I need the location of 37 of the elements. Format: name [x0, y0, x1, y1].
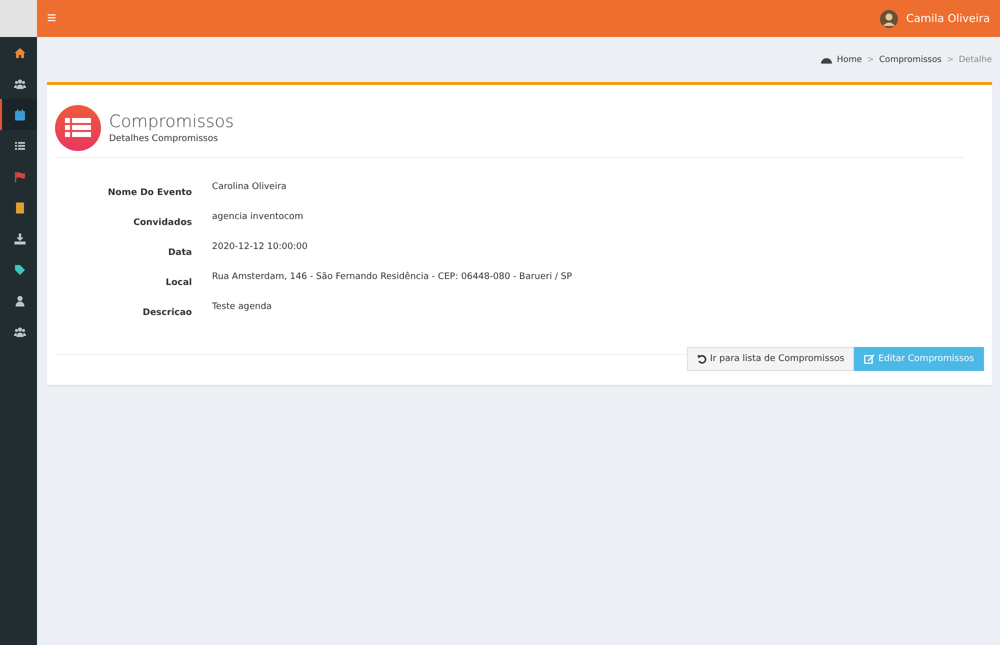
download-icon — [14, 232, 26, 244]
breadcrumb-link[interactable]: Detalhe — [958, 54, 992, 64]
flag-icon — [14, 170, 26, 182]
breadcrumb-link[interactable]: Home — [836, 54, 862, 64]
edit-button[interactable]: Editar Compromissos — [854, 347, 984, 371]
logo-area — [0, 0, 37, 37]
field-value: Teste agenda — [212, 302, 272, 314]
book-icon — [14, 202, 26, 214]
user-icon — [14, 294, 26, 306]
avatar[interactable] — [880, 10, 898, 28]
card-subtitle: Detalhes Compromissos — [109, 134, 219, 144]
user-name[interactable]: Camila Oliveira — [906, 12, 990, 25]
field-label: Local — [164, 277, 192, 290]
undo-icon — [697, 354, 708, 364]
field-value: 2020-12-12 10:00:00 — [212, 242, 308, 254]
calendar-icon — [14, 108, 26, 120]
menu-button[interactable]: ≡ — [47, 10, 56, 28]
field-label: Nome Do Evento — [106, 187, 192, 200]
field-value: Carolina Oliveira — [212, 182, 287, 194]
tag-icon — [14, 264, 26, 276]
list-icon — [14, 140, 26, 152]
home-icon — [14, 46, 26, 58]
breadcrumb-separator: > — [867, 54, 874, 64]
users-icon — [14, 326, 26, 338]
field-value: Rua Amsterdam, 146 - São Fernando Residência - CEP: 06448-080 - Barueri / SP — [212, 272, 572, 284]
field-label: Descricao — [142, 307, 192, 320]
edit-icon — [864, 354, 876, 364]
back-button[interactable]: Ir para lista de Compromissos — [687, 347, 854, 371]
field-label: Data — [167, 247, 192, 260]
list-icon — [55, 105, 101, 151]
breadcrumb-separator: > — [946, 54, 954, 64]
field-value: agencia inventocom — [212, 212, 304, 224]
breadcrumb-link[interactable]: Compromissos — [879, 54, 942, 64]
sidebar-item[interactable] — [0, 99, 37, 130]
card-title: Compromissos — [109, 112, 234, 132]
users-icon — [14, 78, 26, 90]
field-label: Convidados — [132, 217, 192, 230]
